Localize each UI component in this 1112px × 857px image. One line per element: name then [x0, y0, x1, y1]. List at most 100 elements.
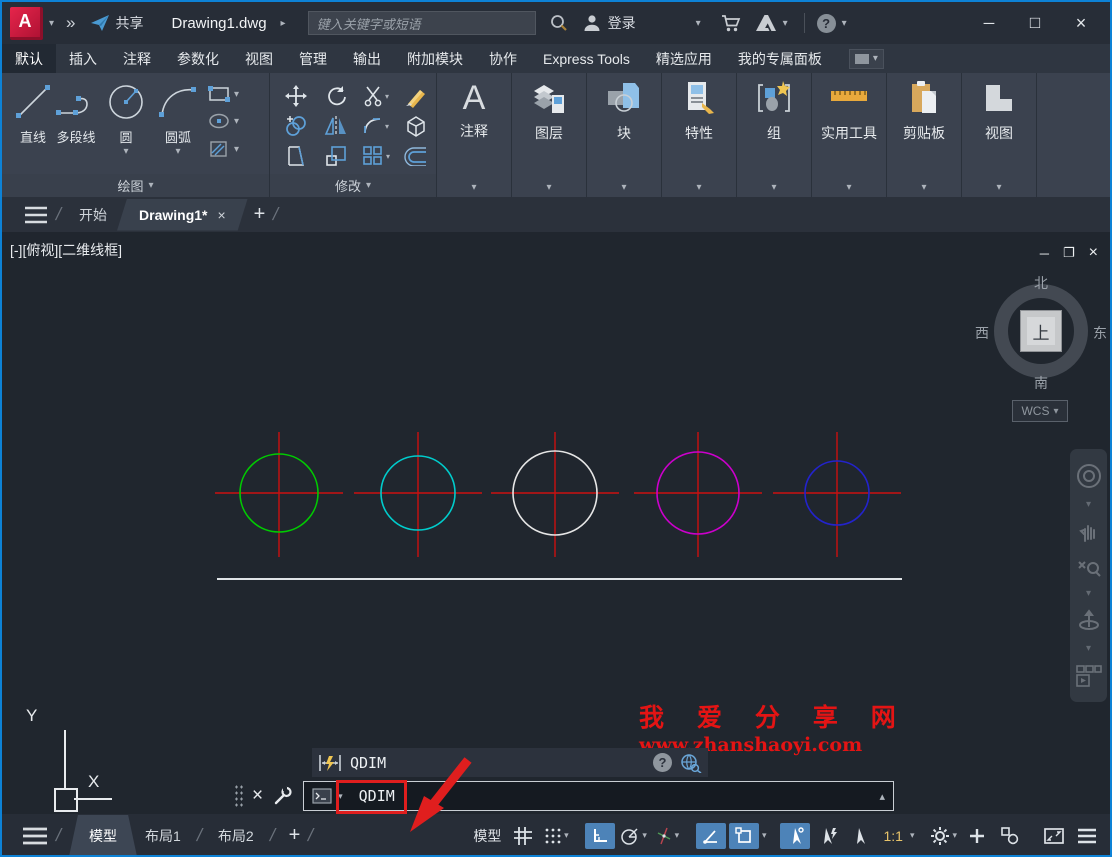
circle-caret-icon[interactable]: ▾ — [123, 146, 128, 157]
ribbon-tab-output[interactable]: 输出 — [340, 44, 394, 73]
ribbon-tab-manage[interactable]: 管理 — [286, 44, 340, 73]
annotation-visibility-toggle[interactable] — [780, 822, 811, 849]
modify-panel-footer[interactable]: 修改 ▾ — [270, 174, 436, 197]
hatch-tool[interactable]: ▾ — [208, 139, 239, 159]
user-icon[interactable] — [582, 13, 602, 33]
ribbon-tab-annotate[interactable]: 注释 — [110, 44, 164, 73]
pan-hand-icon[interactable] — [1077, 520, 1101, 544]
showmotion-icon[interactable] — [1075, 664, 1102, 688]
signin-caret-icon[interactable]: ▾ — [696, 18, 701, 29]
share-icon[interactable] — [90, 14, 110, 32]
ribbon-tab-insert[interactable]: 插入 — [56, 44, 110, 73]
ribbon-tab-featured-apps[interactable]: 精选应用 — [643, 44, 725, 73]
array-tool[interactable]: ▾ — [362, 145, 390, 167]
ribbon-display-toggle[interactable]: ▾ — [848, 48, 884, 69]
grid-toggle[interactable] — [508, 823, 538, 849]
layout1-tab[interactable]: 布局1 — [137, 822, 189, 850]
zoom-icon[interactable] — [1077, 554, 1101, 578]
zoom-caret-icon[interactable]: ▾ — [1086, 588, 1091, 599]
isolate-objects-button[interactable] — [995, 823, 1025, 849]
navigation-bar[interactable]: ▾ ▾ ▾ — [1070, 449, 1107, 702]
annotation-button[interactable]: A 注释 ▾ — [437, 73, 511, 197]
autodesk-logo-icon[interactable] — [755, 14, 777, 32]
arc-caret-icon[interactable]: ▾ — [175, 146, 180, 157]
maximize-button[interactable]: □ — [1012, 2, 1058, 44]
scale-tool[interactable] — [324, 144, 348, 168]
mirror-tool[interactable] — [324, 115, 348, 137]
viewport-controls-label[interactable]: [-][俯视][二维线框] — [10, 240, 122, 260]
search-icon[interactable] — [550, 14, 568, 32]
layout-tabs-menu-icon[interactable] — [22, 827, 48, 845]
suggestion-help-icon[interactable]: ? — [653, 753, 672, 772]
properties-button[interactable]: 特性 ▾ — [662, 73, 736, 197]
snap-toggle[interactable]: ▾ — [541, 823, 571, 849]
utilities-caret-icon[interactable]: ▾ — [846, 182, 851, 193]
block-button[interactable]: 块 ▾ — [587, 73, 661, 197]
isodraft-toggle[interactable]: ▾ — [652, 823, 682, 849]
snap-caret-icon[interactable]: ▾ — [564, 830, 569, 841]
command-prompt-icon[interactable] — [312, 788, 332, 804]
help-caret-icon[interactable]: ▾ — [842, 18, 847, 29]
command-bar-grip-handle[interactable] — [234, 784, 244, 808]
workspace-caret-icon[interactable]: ▾ — [952, 830, 957, 841]
polar-tracking-toggle[interactable]: ▾ — [618, 823, 649, 849]
move-tool[interactable] — [284, 84, 308, 108]
utilities-button[interactable]: 实用工具 ▾ — [812, 73, 886, 197]
ortho-toggle[interactable] — [585, 822, 616, 849]
hatch-caret-icon[interactable]: ▾ — [234, 144, 239, 155]
clipboard-caret-icon[interactable]: ▾ — [921, 182, 926, 193]
suggestion-web-icon[interactable] — [680, 753, 702, 773]
app-menu-button[interactable]: A — [10, 6, 43, 40]
ellipse-caret-icon[interactable]: ▾ — [234, 116, 239, 127]
annotation-caret-icon[interactable]: ▾ — [471, 182, 476, 193]
viewport-minimize-icon[interactable]: ─ — [1040, 246, 1049, 261]
navwheel-caret-icon[interactable]: ▾ — [1086, 499, 1091, 510]
search-input[interactable]: 键入关键字或短语 — [307, 11, 536, 35]
navwheel-icon[interactable] — [1076, 463, 1102, 489]
fillet-tool[interactable]: ▾ — [363, 116, 389, 136]
viewcube[interactable]: 北 西 东 南 上 — [975, 275, 1107, 391]
object-snap-tracking-toggle[interactable] — [695, 822, 726, 849]
command-suggestion[interactable]: QDIM ? — [312, 748, 708, 777]
ribbon-tab-express-tools[interactable]: Express Tools — [530, 44, 643, 73]
status-menu-button[interactable] — [1072, 823, 1102, 849]
workspace-switch-button[interactable]: ▾ — [928, 823, 959, 849]
arc-tool[interactable]: 圆弧 ▾ — [156, 81, 200, 157]
help-icon[interactable]: ? — [816, 13, 836, 33]
file-tab-drawing1[interactable]: Drawing1* × — [117, 199, 248, 231]
object-snap-toggle[interactable] — [728, 822, 759, 849]
trim-tool[interactable]: ▾ — [363, 85, 389, 107]
explode-tool[interactable] — [404, 114, 428, 138]
model-tab[interactable]: 模型 — [69, 815, 137, 857]
share-label[interactable]: 共享 — [116, 13, 144, 33]
scale-value[interactable]: 1:1 — [879, 828, 906, 844]
fillet-caret-icon[interactable]: ▾ — [385, 122, 389, 131]
erase-tool[interactable] — [404, 84, 428, 108]
viewcube-north[interactable]: 北 — [1034, 273, 1048, 293]
rectangle-tool[interactable]: ▾ — [208, 85, 239, 103]
orbit-caret-icon[interactable]: ▾ — [1086, 643, 1091, 654]
viewport-close-icon[interactable]: × — [1089, 244, 1098, 262]
close-button[interactable]: × — [1058, 2, 1104, 44]
trim-caret-icon[interactable]: ▾ — [385, 92, 389, 101]
new-layout-button[interactable]: + — [289, 824, 301, 847]
ellipse-tool[interactable]: ▾ — [208, 112, 239, 130]
viewcube-west[interactable]: 西 — [975, 323, 989, 343]
drawing-area[interactable]: [-][俯视][二维线框] ─ ❐ × 北 西 东 南 上 WCS ▾ ▾ ▾ — [2, 232, 1110, 832]
view-caret-icon[interactable]: ▾ — [996, 182, 1001, 193]
view-button[interactable]: 视图 ▾ — [962, 73, 1036, 197]
properties-caret-icon[interactable]: ▾ — [696, 182, 701, 193]
osnap-caret-icon[interactable]: ▾ — [762, 830, 767, 841]
clipboard-button[interactable]: 剪贴板 ▾ — [887, 73, 961, 197]
line-tool[interactable]: 直线 — [12, 81, 54, 146]
minimize-button[interactable]: ─ — [966, 2, 1012, 44]
layout2-tab[interactable]: 布局2 — [210, 822, 262, 850]
ribbon-tab-addins[interactable]: 附加模块 — [394, 44, 476, 73]
isodraft-caret-icon[interactable]: ▾ — [675, 830, 680, 841]
title-caret-icon[interactable]: ▸ — [281, 18, 286, 29]
offset-tool[interactable] — [404, 146, 428, 166]
annotation-scale-button[interactable] — [846, 823, 876, 849]
clean-screen-button[interactable] — [1039, 823, 1069, 849]
wcs-dropdown[interactable]: WCS ▾ — [1012, 400, 1068, 422]
customization-button[interactable] — [962, 823, 992, 849]
